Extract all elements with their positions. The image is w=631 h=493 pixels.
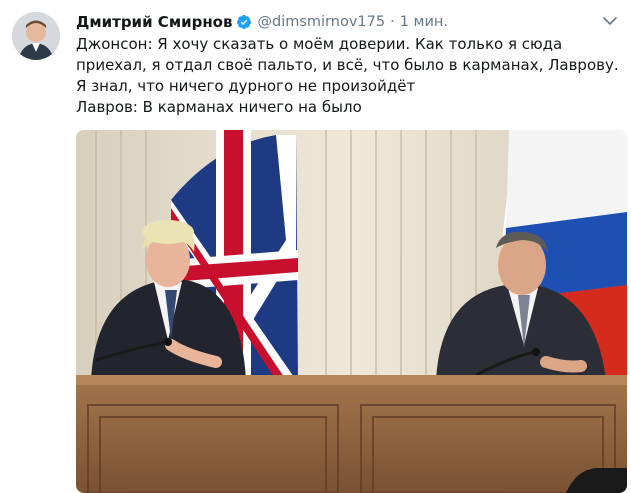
avatar-image bbox=[12, 12, 60, 60]
tweet-timestamp[interactable]: 1 мин. bbox=[400, 14, 448, 30]
user-handle[interactable]: @dimsmirnov175 bbox=[257, 14, 385, 30]
wooden-table bbox=[76, 375, 627, 493]
tweet-text: Джонсон: Я хочу сказать о моём доверии. … bbox=[76, 34, 621, 118]
tweet-text-line-johnson: Джонсон: Я хочу сказать о моём доверии. … bbox=[76, 35, 619, 95]
press-conference-photo bbox=[76, 130, 627, 493]
avatar[interactable] bbox=[12, 12, 60, 60]
tweet-photo[interactable] bbox=[76, 130, 627, 493]
separator-dot: · bbox=[390, 14, 395, 30]
user-fullname[interactable]: Дмитрий Смирнов bbox=[76, 13, 232, 31]
verified-badge-icon bbox=[236, 14, 252, 30]
tweet-header: Дмитрий Смирнов @dimsmirnov175 · 1 мин. bbox=[76, 12, 448, 32]
chevron-down-icon[interactable] bbox=[601, 12, 619, 30]
tweet: Дмитрий Смирнов @dimsmirnov175 · 1 мин. … bbox=[0, 0, 631, 493]
tweet-text-line-lavrov: Лавров: В карманах ничего на было bbox=[76, 98, 362, 116]
